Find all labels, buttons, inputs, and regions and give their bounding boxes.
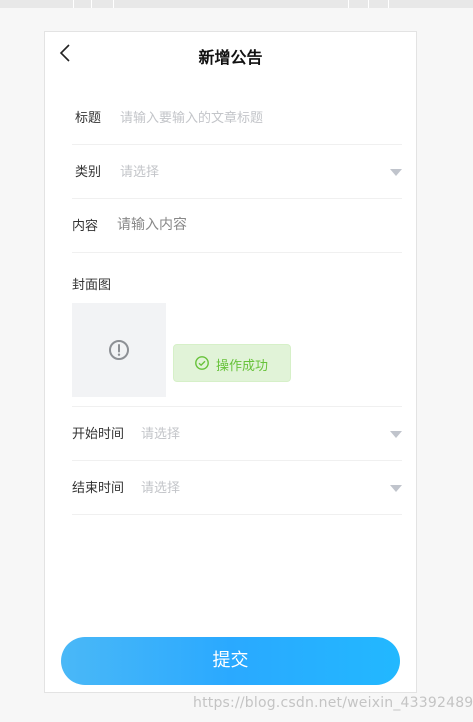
cover-image-upload[interactable] bbox=[72, 303, 166, 397]
strip-tick bbox=[388, 0, 389, 8]
start-time-select[interactable]: 请选择 bbox=[141, 423, 180, 442]
form-card: 新增公告 标题 请输入要输入的文章标题 类别 请选择 内容 请输入内容 封面图 … bbox=[44, 31, 417, 693]
cover-image-label: 封面图 bbox=[72, 278, 112, 293]
title-field-row: 标题 请输入要输入的文章标题 bbox=[72, 91, 402, 145]
check-circle-icon bbox=[195, 356, 209, 370]
exclamation-circle-icon bbox=[109, 340, 129, 360]
end-time-field-row[interactable]: 结束时间 请选择 bbox=[72, 461, 402, 515]
success-toast: 操作成功 bbox=[173, 344, 291, 382]
toast-message: 操作成功 bbox=[216, 359, 269, 374]
start-time-label: 开始时间 bbox=[72, 427, 125, 442]
page-title: 新增公告 bbox=[198, 48, 263, 67]
caret-down-icon bbox=[390, 485, 402, 492]
content-field-label: 内容 bbox=[72, 219, 99, 234]
content-field-row: 内容 请输入内容 bbox=[72, 199, 402, 253]
strip-tick bbox=[73, 0, 74, 8]
submit-button[interactable]: 提交 bbox=[61, 637, 400, 685]
strip-tick bbox=[91, 0, 92, 8]
category-select[interactable]: 请选择 bbox=[120, 161, 159, 180]
end-time-select[interactable]: 请选择 bbox=[141, 477, 180, 496]
category-field-row[interactable]: 类别 请选择 bbox=[72, 145, 402, 199]
top-toolbar-strip bbox=[0, 0, 473, 8]
watermark: https://blog.csdn.net/weixin_43392489 bbox=[193, 695, 473, 711]
strip-tick bbox=[348, 0, 349, 8]
start-time-field-row[interactable]: 开始时间 请选择 bbox=[72, 407, 402, 461]
end-time-label: 结束时间 bbox=[72, 481, 125, 496]
strip-tick bbox=[368, 0, 369, 8]
category-field-label: 类别 bbox=[75, 165, 102, 180]
caret-down-icon bbox=[390, 169, 402, 176]
content-input[interactable]: 请输入内容 bbox=[117, 214, 187, 234]
strip-tick bbox=[113, 0, 114, 8]
title-input[interactable]: 请输入要输入的文章标题 bbox=[120, 107, 263, 126]
title-field-label: 标题 bbox=[75, 111, 102, 126]
caret-down-icon bbox=[390, 431, 402, 438]
